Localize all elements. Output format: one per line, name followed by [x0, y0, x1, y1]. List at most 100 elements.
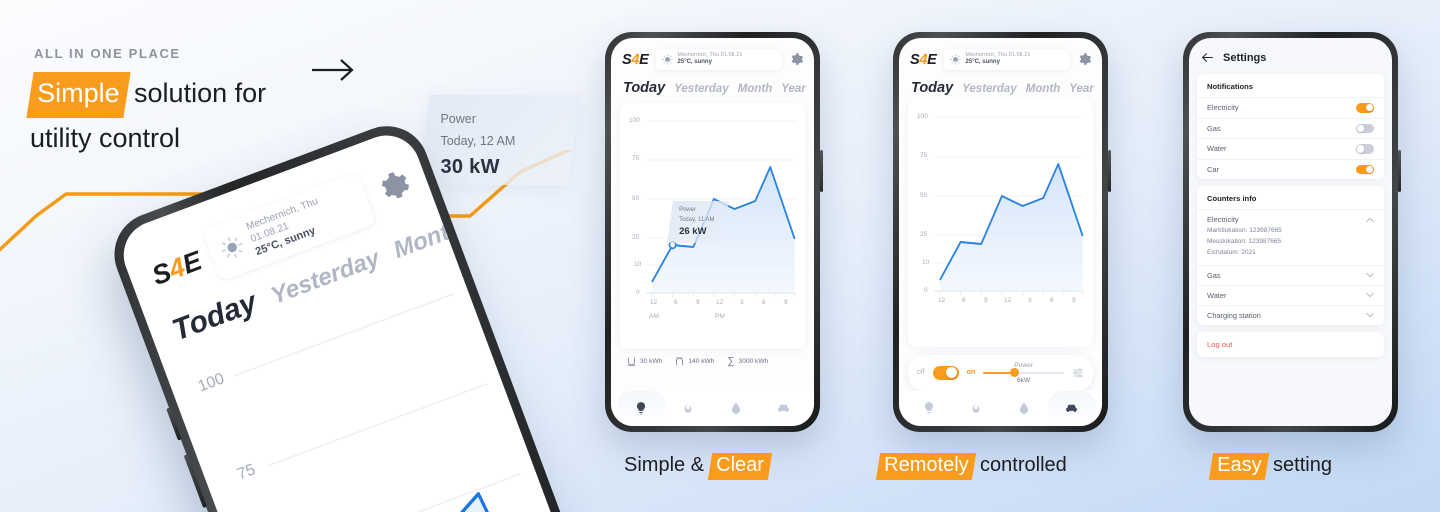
stat-sum: ∑ 3000 kWh	[727, 356, 768, 367]
weather-widget[interactable]: Mechernich, Thu 01.08.21 25°C, sunny	[943, 49, 1070, 71]
gear-icon[interactable]	[1077, 52, 1092, 67]
caption-highlight: Easy	[1208, 453, 1270, 480]
chart-card: 100 75 50 25 10 0	[908, 98, 1093, 347]
toggle-gas[interactable]	[1356, 123, 1374, 134]
settings-header: Settings	[1189, 38, 1392, 74]
arrow-right-icon	[312, 59, 354, 81]
x-period-pm: PM	[715, 313, 725, 321]
sun-icon	[222, 237, 243, 258]
caption-plain: Simple &	[624, 454, 710, 476]
tab-year[interactable]: Year	[1069, 83, 1094, 95]
detail-messlokation: Messlokation: 123987665	[1207, 238, 1282, 246]
drop-icon[interactable]	[729, 401, 743, 415]
tab-year[interactable]: Year	[781, 83, 806, 95]
chevron-down-icon[interactable]	[1366, 292, 1374, 298]
settings-title: Settings	[1223, 51, 1267, 64]
caption-highlight: Remotely	[875, 453, 977, 480]
bulb-icon[interactable]	[922, 401, 936, 415]
tab-month[interactable]: Month	[738, 83, 772, 95]
remote-control-bar: off on Power 6kW	[908, 354, 1093, 391]
sliders-icon[interactable]	[1072, 367, 1084, 379]
caption-highlight: Clear	[707, 453, 772, 480]
min-icon	[627, 357, 636, 366]
tab-month[interactable]: Month	[390, 213, 454, 264]
page-title: Simple solution for utility control	[26, 72, 370, 160]
toggle-electricity[interactable]	[1356, 103, 1374, 113]
counter-row-water[interactable]: Water	[1197, 284, 1384, 305]
stat-min: 30 kWh	[627, 357, 662, 366]
callout-subtitle: Today, 12 AM	[440, 133, 516, 148]
notification-row-electricity[interactable]: Electricity	[1197, 97, 1384, 118]
row-label: Water	[1207, 290, 1227, 300]
gear-icon[interactable]	[372, 166, 416, 210]
tab-today[interactable]: Today	[911, 80, 953, 96]
x-tick-3: 12	[716, 299, 724, 307]
energy-chart-phone2	[934, 116, 1084, 295]
headline-highlight: Simple	[26, 72, 131, 118]
chevron-up-icon[interactable]	[1366, 217, 1374, 223]
power-slider-group: Power 6kW	[983, 362, 1064, 384]
bulb-icon[interactable]	[634, 401, 648, 415]
phone1-tabs: Today Yesterday Month Year Bi	[611, 74, 814, 103]
power-slider[interactable]	[983, 368, 1064, 378]
chart-card: 100 75 50 25 10 0	[620, 103, 805, 350]
bottom-nav	[611, 391, 814, 426]
toggle-water[interactable]	[1356, 144, 1374, 154]
detail-eichdatum: Eichdatum: 2021	[1207, 248, 1256, 256]
x-tick-6: 9	[784, 299, 788, 307]
x-tick-2: 9	[984, 296, 988, 304]
counter-row-charging-station[interactable]: Charging station	[1197, 304, 1384, 325]
tab-yesterday[interactable]: Yesterday	[962, 83, 1017, 95]
caption-remotely-controlled: Remotely controlled	[875, 453, 1067, 480]
notification-row-water[interactable]: Water	[1197, 138, 1384, 159]
counter-row-gas[interactable]: Gas	[1197, 264, 1384, 285]
flame-icon[interactable]	[969, 401, 983, 415]
power-toggle[interactable]	[932, 365, 959, 380]
phone-mockup-remote: S4E Mechernich, Thu 01.08.21 25°C, sunny…	[893, 32, 1111, 432]
counter-row-electricity[interactable]: Electricity	[1197, 209, 1384, 226]
tooltip-value: 26 kW	[679, 226, 707, 238]
x-tick-4: 3	[740, 299, 744, 307]
tooltip-title: Power	[679, 207, 697, 214]
x-tick-4: 3	[1028, 296, 1032, 304]
tooltip-subtitle: Today, 11 AM	[679, 216, 715, 223]
toggle-car[interactable]	[1356, 164, 1374, 175]
notification-row-gas[interactable]: Gas	[1197, 117, 1384, 139]
row-label: Water	[1207, 144, 1227, 154]
flame-icon[interactable]	[681, 401, 695, 415]
notification-row-car[interactable]: Car	[1197, 158, 1384, 180]
weather-conditions: 25°C, sunny	[965, 59, 1000, 66]
stat-sum-value: 3000 kWh	[738, 358, 769, 366]
row-label: Electricity	[1207, 103, 1239, 113]
x-tick-6: 9	[1072, 296, 1076, 304]
gear-icon[interactable]	[789, 52, 804, 67]
caption-plain: controlled	[974, 454, 1067, 476]
notifications-section-title: Notifications	[1207, 82, 1253, 91]
weather-widget[interactable]: Mechernich, Thu 01.08.21 25°C, sunny	[655, 49, 782, 71]
phone3-screen: Settings Notifications Electricity Gas W…	[1189, 38, 1392, 426]
x-tick-5: 6	[762, 299, 766, 307]
poster-stage: ALL IN ONE PLACE Simple solution for uti…	[0, 0, 1440, 512]
logout-button[interactable]: Log out	[1197, 332, 1384, 357]
counters-section-title: Counters info	[1207, 194, 1257, 204]
caption-easy-setting: Easy setting	[1208, 453, 1332, 480]
sun-icon	[661, 54, 673, 65]
tab-today[interactable]: Today	[623, 80, 665, 96]
logout-card[interactable]: Log out	[1197, 331, 1384, 357]
chevron-down-icon[interactable]	[1366, 312, 1374, 318]
drop-icon[interactable]	[1017, 401, 1031, 415]
weather-conditions: 25°C, sunny	[677, 59, 712, 66]
weather-location: Mechernich, Thu 01.08.21	[677, 52, 743, 58]
car-icon[interactable]	[1064, 400, 1079, 415]
car-icon[interactable]	[776, 400, 791, 415]
tab-yesterday[interactable]: Yesterday	[674, 83, 729, 95]
chevron-down-icon[interactable]	[1366, 272, 1374, 278]
caption-plain: setting	[1267, 454, 1332, 476]
toggle-off-label: off	[917, 369, 925, 377]
eyebrow-text: ALL IN ONE PLACE	[34, 46, 181, 61]
x-tick-0: 12	[650, 299, 658, 307]
slider-knob[interactable]	[1009, 368, 1019, 378]
tab-month[interactable]: Month	[1026, 83, 1060, 95]
headline-rest: solution for	[126, 78, 267, 108]
arrow-left-icon[interactable]	[1201, 51, 1214, 64]
